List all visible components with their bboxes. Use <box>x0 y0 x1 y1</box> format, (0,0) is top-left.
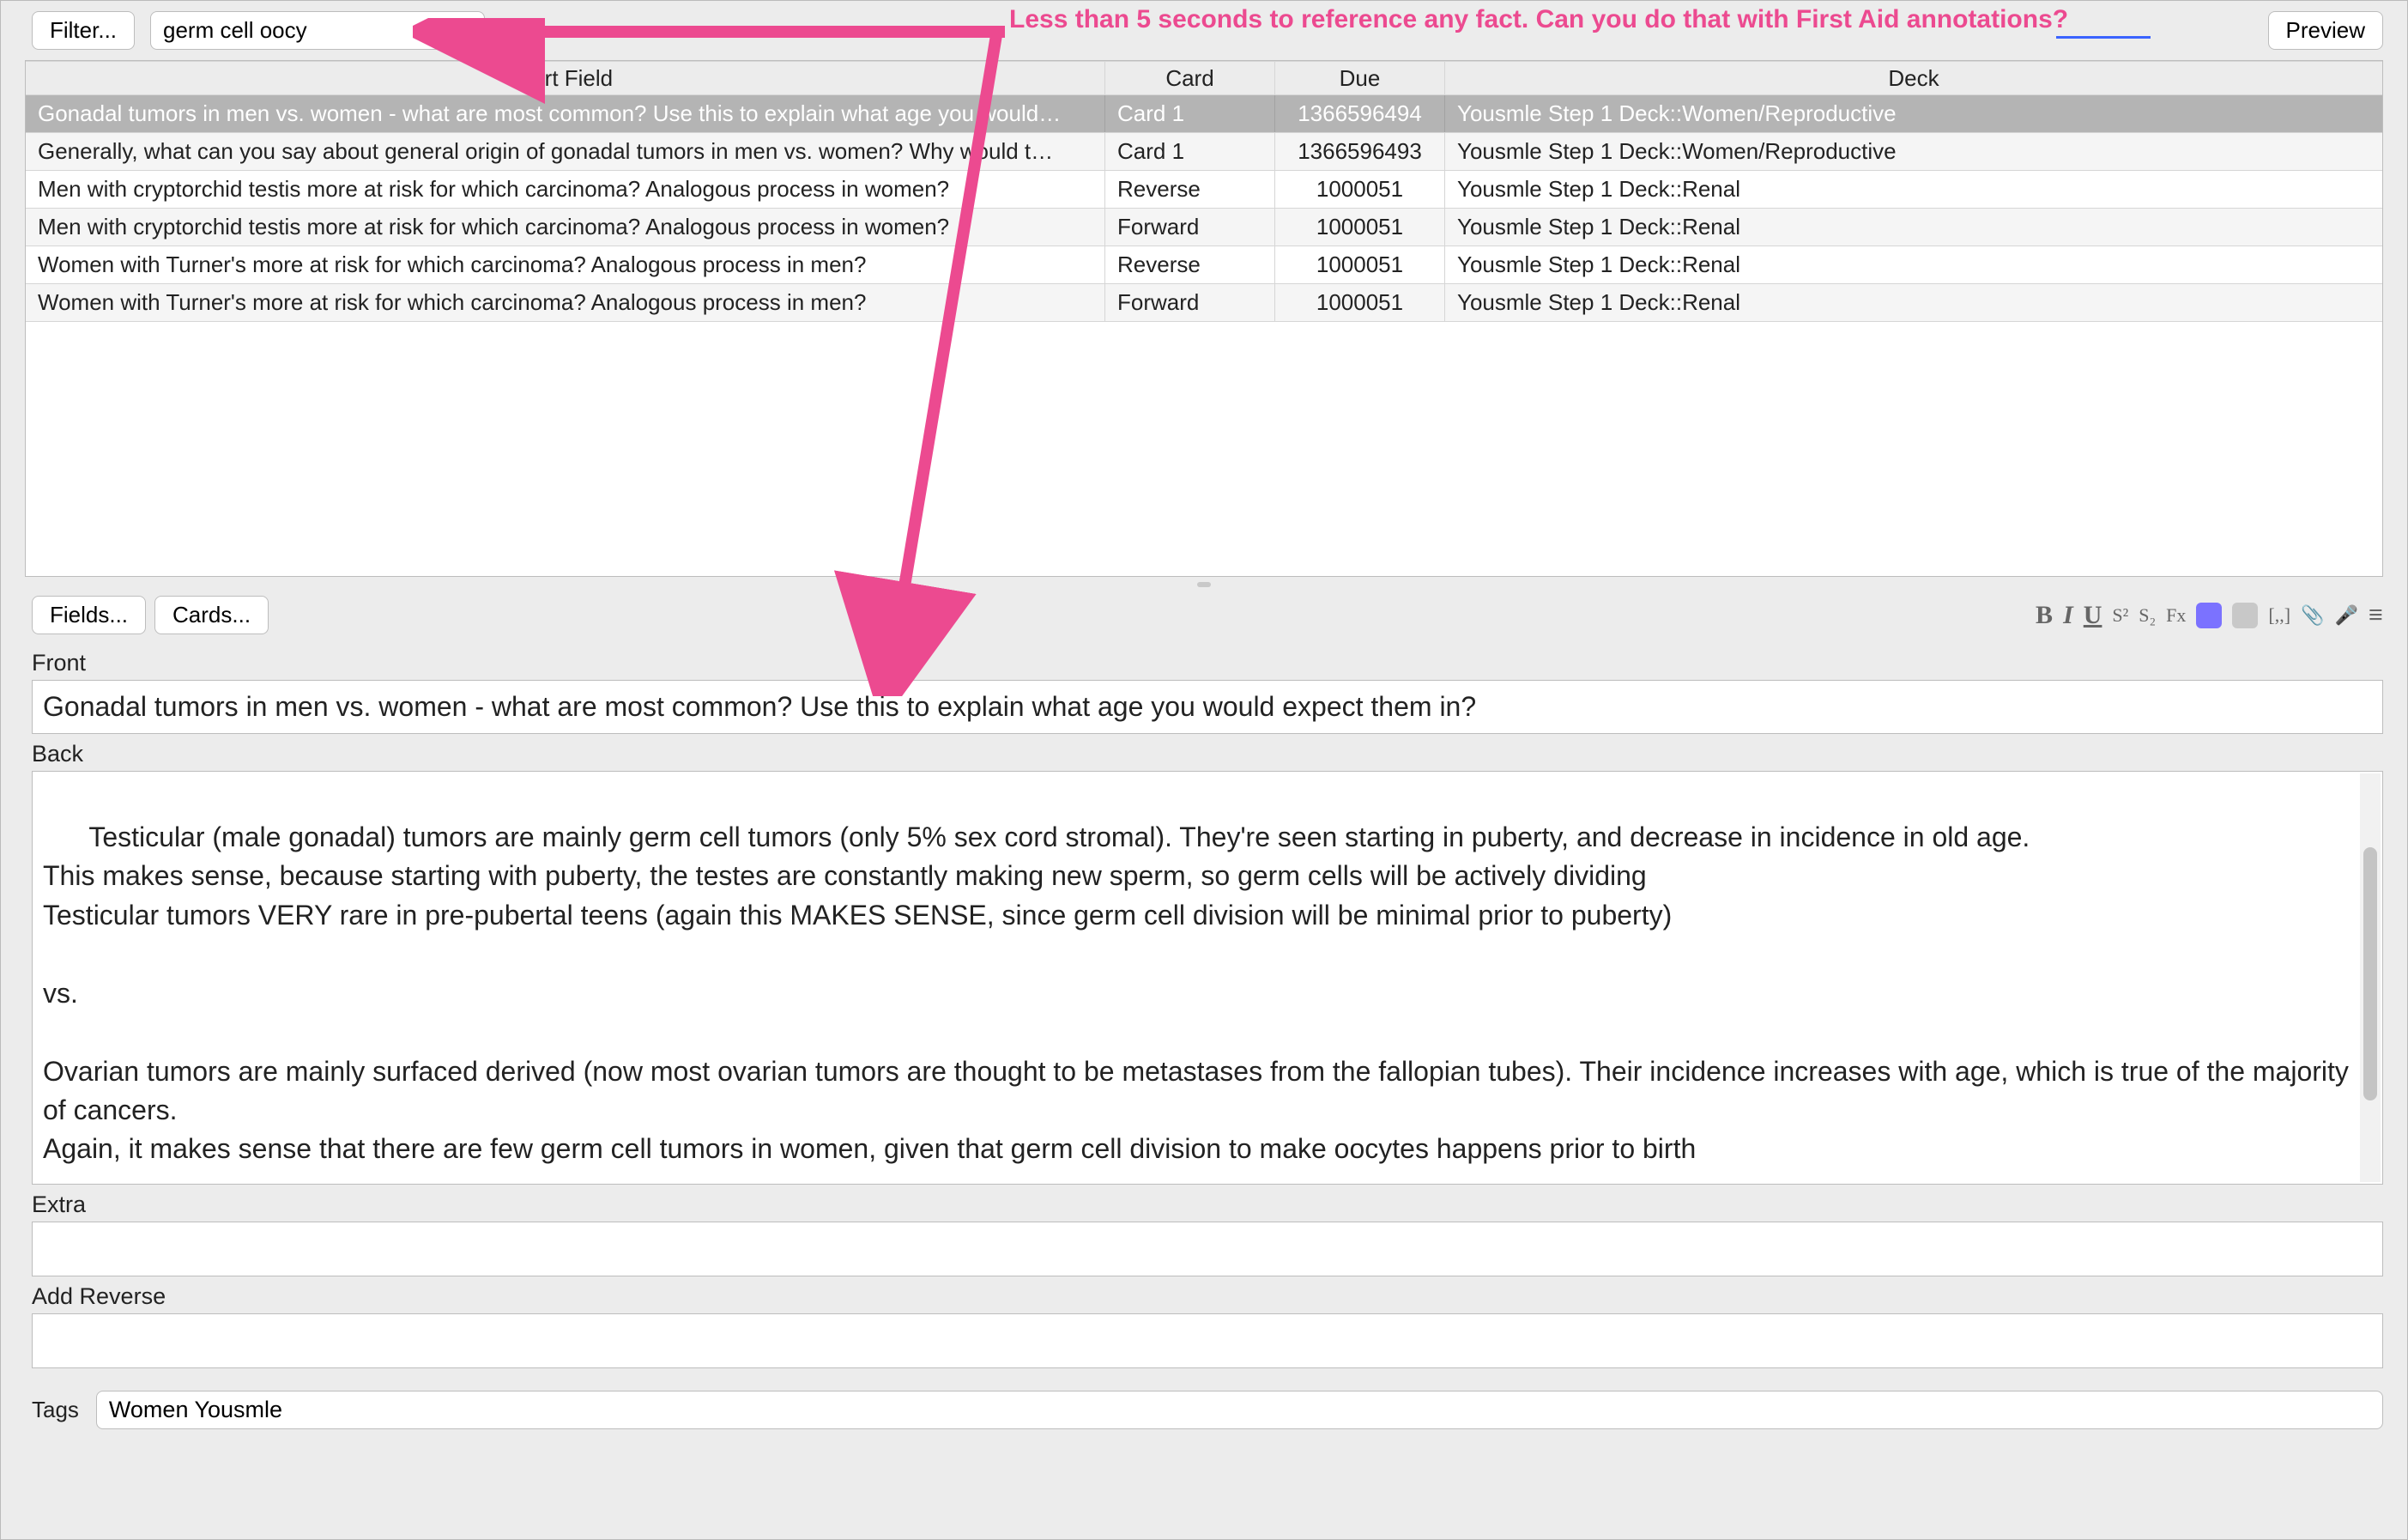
cell-card: Reverse <box>1105 246 1275 283</box>
extra-label: Extra <box>32 1191 2383 1218</box>
bg-color-chip[interactable] <box>2232 603 2258 628</box>
underline-icon[interactable]: U <box>2084 601 2102 630</box>
subscript-icon[interactable]: S₂ <box>2139 604 2156 627</box>
front-label: Front <box>32 650 2383 676</box>
cell-deck: Yousmle Step 1 Deck::Renal <box>1445 209 2382 246</box>
back-label: Back <box>32 741 2383 767</box>
col-header-sortfield[interactable]: Sort Field <box>26 62 1105 94</box>
table-row[interactable]: Women with Turner's more at risk for whi… <box>26 284 2382 322</box>
cell-sortfield: Women with Turner's more at risk for whi… <box>26 246 1105 283</box>
remove-format-icon[interactable]: Fx <box>2166 604 2186 627</box>
cell-deck: Yousmle Step 1 Deck::Renal <box>1445 246 2382 283</box>
cards-button[interactable]: Cards... <box>154 596 269 634</box>
cell-deck: Yousmle Step 1 Deck::Renal <box>1445 171 2382 208</box>
table-row[interactable]: Men with cryptorchid testis more at risk… <box>26 171 2382 209</box>
tags-input[interactable] <box>96 1391 2383 1429</box>
table-row[interactable]: Men with cryptorchid testis more at risk… <box>26 209 2382 246</box>
cell-due: 1000051 <box>1275 171 1445 208</box>
tags-label: Tags <box>32 1397 79 1423</box>
cell-card: Forward <box>1105 209 1275 246</box>
cell-due: 1000051 <box>1275 209 1445 246</box>
search-input[interactable] <box>150 11 485 50</box>
format-toolbar: B I U S² S₂ Fx [,,] 📎 🎤 ≡ <box>2036 601 2383 630</box>
cloze-icon[interactable]: [,,] <box>2268 604 2290 627</box>
addreverse-field[interactable] <box>32 1313 2383 1368</box>
col-header-due[interactable]: Due <box>1275 62 1445 94</box>
cell-card: Card 1 <box>1105 133 1275 170</box>
cell-due: 1366596493 <box>1275 133 1445 170</box>
cell-sortfield: Men with cryptorchid testis more at risk… <box>26 209 1105 246</box>
fields-button[interactable]: Fields... <box>32 596 146 634</box>
back-scrollbar[interactable] <box>2360 773 2381 1182</box>
more-icon[interactable]: ≡ <box>2369 601 2383 630</box>
italic-icon[interactable]: I <box>2063 601 2073 630</box>
table-row[interactable]: Women with Turner's more at risk for whi… <box>26 246 2382 284</box>
fg-color-chip[interactable] <box>2196 603 2222 628</box>
pane-splitter[interactable] <box>1 577 2407 592</box>
cell-card: Forward <box>1105 284 1275 321</box>
cell-due: 1000051 <box>1275 246 1445 283</box>
cell-sortfield: Men with cryptorchid testis more at risk… <box>26 171 1105 208</box>
record-icon[interactable]: 🎤 <box>2334 604 2357 627</box>
table-row[interactable]: Gonadal tumors in men vs. women - what a… <box>26 95 2382 133</box>
grid-header-row: Sort Field Card Due Deck <box>26 61 2382 95</box>
preview-button[interactable]: Preview <box>2268 11 2383 50</box>
cell-sortfield: Generally, what can you say about genera… <box>26 133 1105 170</box>
filter-button[interactable]: Filter... <box>32 11 135 50</box>
superscript-icon[interactable]: S² <box>2112 604 2128 627</box>
front-field[interactable]: Gonadal tumors in men vs. women - what a… <box>32 680 2383 734</box>
cell-due: 1366596494 <box>1275 95 1445 132</box>
cell-deck: Yousmle Step 1 Deck::Women/Reproductive <box>1445 95 2382 132</box>
back-field-text: Testicular (male gonadal) tumors are mai… <box>43 822 2357 1165</box>
addreverse-label: Add Reverse <box>32 1283 2383 1310</box>
table-row[interactable]: Generally, what can you say about genera… <box>26 133 2382 171</box>
cell-card: Card 1 <box>1105 95 1275 132</box>
bold-icon[interactable]: B <box>2036 601 2053 630</box>
col-header-card[interactable]: Card <box>1105 62 1275 94</box>
cell-card: Reverse <box>1105 171 1275 208</box>
cell-deck: Yousmle Step 1 Deck::Renal <box>1445 284 2382 321</box>
extra-field[interactable] <box>32 1222 2383 1276</box>
cell-sortfield: Gonadal tumors in men vs. women - what a… <box>26 95 1105 132</box>
cell-sortfield: Women with Turner's more at risk for whi… <box>26 284 1105 321</box>
col-header-deck[interactable]: Deck <box>1445 62 2382 94</box>
back-field[interactable]: Testicular (male gonadal) tumors are mai… <box>32 771 2383 1185</box>
attach-icon[interactable]: 📎 <box>2301 604 2324 627</box>
cell-due: 1000051 <box>1275 284 1445 321</box>
card-grid[interactable]: Sort Field Card Due Deck Gonadal tumors … <box>25 60 2383 577</box>
cell-deck: Yousmle Step 1 Deck::Women/Reproductive <box>1445 133 2382 170</box>
